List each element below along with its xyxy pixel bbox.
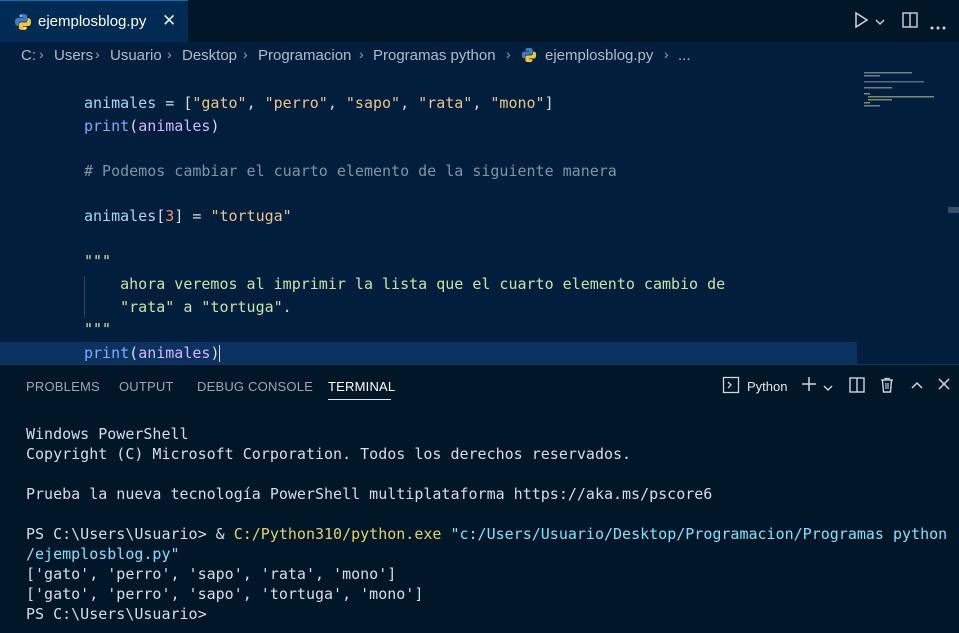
code-text: animales[3] = "tortuga" xyxy=(84,207,292,225)
run-python-file-icon[interactable] xyxy=(853,11,869,34)
terminal-output[interactable]: Windows PowerShell Copyright (C) Microso… xyxy=(26,425,947,625)
code-line: 5 # Podemos cambiar el cuarto elemento d… xyxy=(0,160,857,183)
close-panel-icon[interactable] xyxy=(937,377,951,396)
active-tab-indicator xyxy=(328,399,391,400)
code-comment: # Podemos cambiar el cuarto elemento de … xyxy=(84,162,617,180)
breadcrumb-item-users[interactable]: Users xyxy=(54,47,93,64)
code-text: print(animales) xyxy=(84,344,221,362)
code-line: 11 "rata" a "tortuga". xyxy=(0,296,857,319)
editor-scrollbar-thumb[interactable] xyxy=(948,207,959,213)
breadcrumb-item-usuario[interactable]: Usuario xyxy=(110,47,162,64)
terminal-line: Windows PowerShell xyxy=(26,425,189,443)
code-editor[interactable]: 1 2 animales = ["gato", "perro", "sapo",… xyxy=(0,70,959,364)
split-editor-icon[interactable] xyxy=(901,11,919,34)
breadcrumb-item-programas-python[interactable]: Programas python xyxy=(373,47,496,64)
tab-problems[interactable]: PROBLEMS xyxy=(26,379,100,394)
new-terminal-plus-icon[interactable] xyxy=(800,375,818,398)
code-line-active: 13 print(animales) xyxy=(0,342,857,364)
breadcrumb-python-file-icon xyxy=(521,47,537,67)
breadcrumb-item-programacion[interactable]: Programacion xyxy=(258,47,351,64)
code-line: 6 xyxy=(0,183,857,206)
editor-tab-bar: ejemplosblog.py ✕ xyxy=(0,0,959,42)
tab-label: ejemplosblog.py xyxy=(38,13,147,30)
code-line: 4 xyxy=(0,137,857,160)
tab-terminal[interactable]: TERMINAL xyxy=(328,379,395,394)
tab-debug-console[interactable]: DEBUG CONSOLE xyxy=(197,379,313,394)
terminal-profile-label[interactable]: Python xyxy=(747,379,787,394)
code-line: 2 animales = ["gato", "perro", "sapo", "… xyxy=(0,92,857,115)
breadcrumb: C: › Users › Usuario › Desktop › Program… xyxy=(0,42,959,70)
split-terminal-icon[interactable] xyxy=(848,376,866,399)
terminal-command-line: PS C:\Users\Usuario> & C:/Python310/pyth… xyxy=(26,525,948,543)
more-actions-icon[interactable] xyxy=(929,18,947,36)
bottom-panel: PROBLEMS OUTPUT DEBUG CONSOLE TERMINAL P… xyxy=(0,364,959,633)
breadcrumb-item-desktop[interactable]: Desktop xyxy=(182,47,237,64)
breadcrumb-separator-icon: › xyxy=(243,46,248,62)
breadcrumb-separator-icon: › xyxy=(39,46,44,62)
indent-guide xyxy=(84,276,85,318)
code-docstring: ahora veremos al imprimir la lista que e… xyxy=(84,275,726,293)
breadcrumb-item-drive[interactable]: C: xyxy=(21,47,36,64)
breadcrumb-separator-icon: › xyxy=(359,46,364,62)
code-docstring: """ xyxy=(84,320,112,338)
code-line: 1 xyxy=(0,70,857,93)
code-text: print(animales) xyxy=(84,117,220,135)
close-tab-icon[interactable]: ✕ xyxy=(162,11,176,31)
terminal-line: ['gato', 'perro', 'sapo', 'rata', 'mono'… xyxy=(26,565,397,583)
code-docstring: """ xyxy=(84,252,112,270)
terminal-line: Copyright (C) Microsoft Corporation. Tod… xyxy=(26,445,632,463)
run-dropdown-chevron-icon[interactable] xyxy=(874,14,886,32)
terminal-line: /ejemplosblog.py" xyxy=(26,545,180,563)
code-line: 9 """ xyxy=(0,250,857,273)
terminal-dropdown-chevron-icon[interactable] xyxy=(822,380,834,398)
code-line: 3 print(animales) xyxy=(0,115,857,138)
terminal-line: ['gato', 'perro', 'sapo', 'tortuga', 'mo… xyxy=(26,585,424,603)
terminal-prompt: PS C:\Users\Usuario> xyxy=(26,605,207,623)
terminal-shell-icon[interactable] xyxy=(722,376,740,399)
python-file-icon xyxy=(14,13,32,36)
maximize-panel-chevron-up-icon[interactable] xyxy=(910,378,924,396)
code-line: 7 animales[3] = "tortuga" xyxy=(0,205,857,228)
terminal-line: Prueba la nueva tecnología PowerShell mu… xyxy=(26,485,713,503)
breadcrumb-separator-icon: › xyxy=(95,46,100,62)
code-text: animales = ["gato", "perro", "sapo", "ra… xyxy=(84,94,554,112)
kill-terminal-trash-icon[interactable] xyxy=(878,376,896,399)
tab-ejemplosblog[interactable]: ejemplosblog.py ✕ xyxy=(0,0,188,42)
code-docstring: "rata" a "tortuga". xyxy=(84,298,292,316)
code-line: 8 xyxy=(0,228,857,251)
tab-output[interactable]: OUTPUT xyxy=(119,379,174,394)
breadcrumb-separator-icon: › xyxy=(506,46,511,62)
breadcrumb-item-file[interactable]: ejemplosblog.py xyxy=(545,47,653,64)
breadcrumb-separator-icon: › xyxy=(664,46,669,62)
minimap[interactable] xyxy=(862,70,952,130)
breadcrumb-separator-icon: › xyxy=(167,46,172,62)
breadcrumb-item-symbols[interactable]: ... xyxy=(678,47,691,64)
code-line: 10 ahora veremos al imprimir la lista qu… xyxy=(0,273,857,296)
code-line: 12 """ xyxy=(0,318,857,341)
